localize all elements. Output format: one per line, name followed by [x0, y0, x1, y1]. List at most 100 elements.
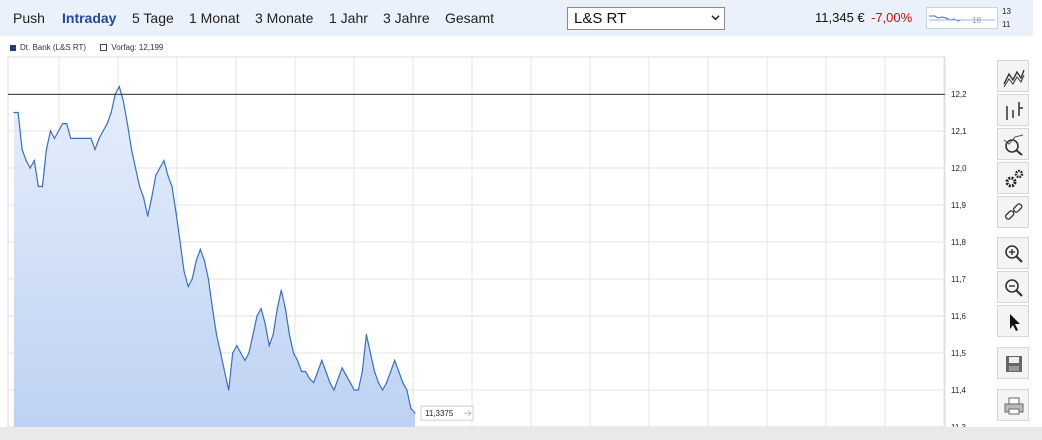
data-point	[317, 370, 319, 373]
y-tick-label: 11,9	[951, 201, 967, 210]
data-point	[276, 308, 278, 310]
data-point	[118, 86, 120, 88]
data-point	[143, 197, 145, 199]
tab-intraday[interactable]: Intraday	[62, 10, 116, 26]
zoom-in-icon	[1005, 245, 1023, 263]
data-point	[260, 308, 262, 310]
exchange-select[interactable]: L&S RT	[567, 7, 725, 30]
data-point	[394, 359, 396, 361]
data-point	[179, 241, 181, 243]
mini-chart-high: 13	[1002, 7, 1011, 16]
data-point	[390, 370, 392, 373]
settings-gears-icon	[1005, 169, 1024, 188]
data-point	[78, 137, 80, 139]
data-point	[13, 111, 15, 114]
data-point	[66, 123, 68, 125]
data-point	[82, 137, 84, 139]
data-point	[232, 352, 234, 354]
data-point	[398, 370, 400, 373]
data-point	[268, 345, 270, 347]
data-point	[272, 333, 274, 336]
last-value-marker: 11,3375	[420, 405, 474, 421]
y-tick-label: 12,2	[951, 90, 967, 99]
tab-3-jahre[interactable]: 3 Jahre	[383, 10, 430, 26]
data-point	[134, 167, 137, 169]
data-point	[37, 185, 39, 188]
data-point	[122, 100, 124, 102]
price-change: -7,00%	[871, 10, 913, 25]
bottom-scroll-strip	[0, 427, 1042, 440]
data-point	[203, 259, 205, 262]
intraday-chart[interactable]: 12,2 12,1 12,0 11,9 11,8 11,7 11,6 11,5 11,4 11,3…	[0, 55, 990, 427]
indicator-search-icon	[1003, 134, 1024, 156]
exchange-select-value: L&S RT	[574, 10, 627, 27]
data-point	[345, 374, 347, 376]
legend-item-prev-close: Vorfag: 12,199	[100, 43, 163, 52]
data-point	[191, 278, 193, 280]
data-point	[58, 130, 60, 132]
data-point	[215, 333, 218, 336]
chevron-down-icon	[711, 15, 720, 21]
y-tick-label: 11,5	[951, 349, 967, 358]
mini-chart[interactable]: 13 11 18	[926, 7, 1011, 29]
print-button[interactable]	[997, 389, 1029, 421]
data-point	[139, 185, 141, 188]
data-point	[126, 123, 128, 125]
print-icon	[1004, 397, 1024, 415]
data-point	[159, 167, 161, 169]
zoom-in-button[interactable]	[997, 237, 1029, 269]
data-point	[256, 315, 258, 317]
data-point	[45, 148, 48, 151]
save-button[interactable]	[997, 347, 1029, 379]
pointer-button[interactable]	[997, 305, 1029, 337]
ohlc-chart-button[interactable]	[997, 94, 1029, 126]
tab-3-monate[interactable]: 3 Monate	[255, 10, 313, 26]
line-chart-button[interactable]	[997, 60, 1029, 92]
data-point	[414, 412, 416, 414]
data-point	[151, 197, 153, 199]
mini-chart-mid: 18	[972, 16, 981, 25]
tab-1-monat[interactable]: 1 Monat	[189, 10, 240, 26]
data-point	[21, 148, 23, 151]
y-tick-label: 11,6	[951, 312, 967, 321]
y-axis: 12,212,112,011,911,811,711,611,511,411,3	[951, 90, 967, 427]
y-tick-label: 11,4	[951, 386, 967, 395]
data-point	[410, 407, 412, 410]
data-point	[62, 123, 64, 125]
data-point	[33, 160, 35, 162]
data-point	[147, 215, 149, 217]
data-point	[244, 359, 246, 361]
data-point	[211, 308, 214, 310]
tab-1-jahr[interactable]: 1 Jahr	[329, 10, 368, 26]
data-point	[377, 382, 380, 384]
data-point	[29, 167, 31, 169]
tab-5-tage[interactable]: 5 Tage	[132, 10, 174, 26]
data-point	[175, 211, 177, 213]
data-point	[171, 185, 173, 188]
indicator-button[interactable]	[997, 128, 1029, 160]
settings-button[interactable]	[997, 162, 1029, 194]
data-point	[86, 137, 88, 139]
data-point	[349, 382, 351, 384]
data-point	[220, 352, 222, 354]
data-point	[106, 123, 108, 125]
data-point	[17, 111, 19, 114]
zoom-out-button[interactable]	[997, 271, 1029, 303]
data-point	[321, 359, 323, 361]
data-point	[341, 367, 343, 369]
legend-label-series: Dt. Bank (L&S RT)	[20, 43, 87, 52]
data-point	[110, 111, 112, 114]
data-point	[70, 137, 72, 139]
data-point	[284, 308, 286, 310]
legend-swatch-series	[10, 44, 16, 51]
y-tick-label: 12,0	[951, 164, 967, 173]
data-point	[130, 148, 133, 151]
data-point	[224, 370, 226, 373]
data-point	[329, 382, 331, 384]
tab-push[interactable]: Push	[13, 10, 45, 26]
data-point	[333, 389, 335, 391]
pointer-icon	[1010, 314, 1020, 331]
tab-gesamt[interactable]: Gesamt	[445, 10, 494, 26]
series-area-fill	[14, 86, 415, 427]
link-button[interactable]	[997, 196, 1029, 228]
